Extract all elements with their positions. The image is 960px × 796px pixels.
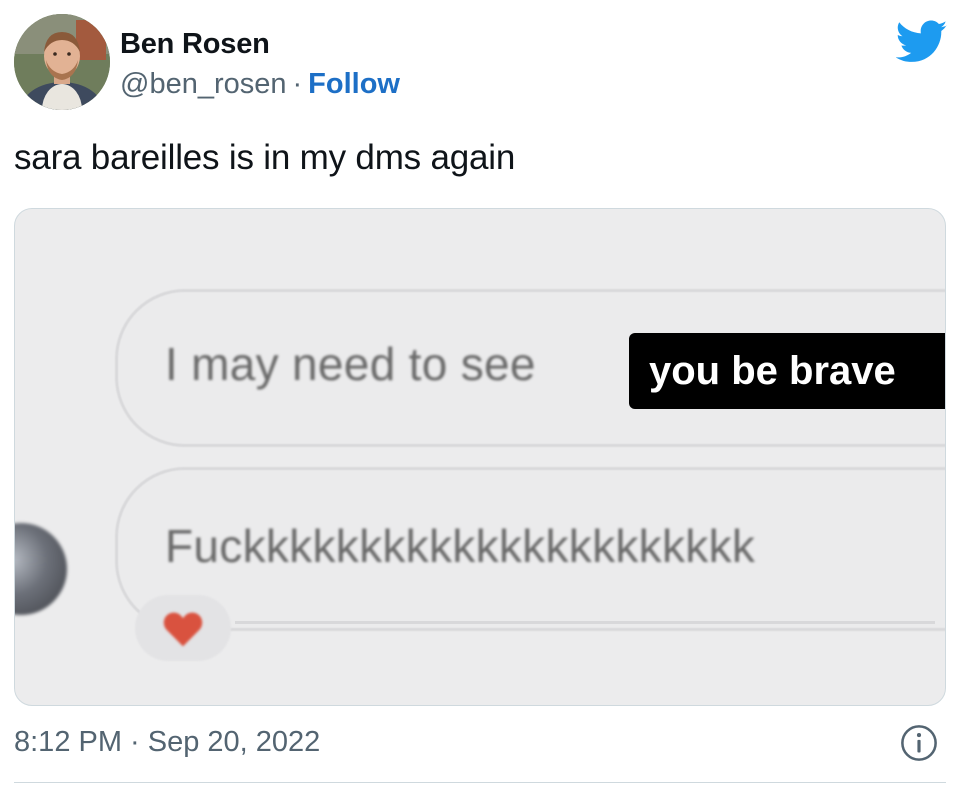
info-icon[interactable] <box>900 724 938 762</box>
avatar-photo <box>14 14 110 110</box>
author-handle-line: @ben_rosen · Follow <box>120 68 400 101</box>
tweet-card: Ben Rosen @ben_rosen · Follow sara bareill… <box>0 0 960 796</box>
tweet-media-image[interactable]: I may need to see Fuckkkkkkkkkkkkkkkkkkk… <box>14 208 946 706</box>
message-text-1: I may need to see <box>165 338 536 390</box>
handle-separator: · <box>292 68 303 100</box>
tweet-text: sara bareilles is in my dms again <box>14 138 516 177</box>
author-handle[interactable]: @ben_rosen <box>120 68 287 100</box>
caption-overlay: you be brave <box>629 333 945 409</box>
heart-icon <box>163 612 203 647</box>
twitter-bird-icon[interactable] <box>896 20 948 64</box>
author-name[interactable]: Ben Rosen <box>120 28 270 61</box>
sender-avatar <box>15 523 67 615</box>
bottom-divider <box>14 782 946 783</box>
message-text-2: Fuckkkkkkkkkkkkkkkkkkkkkk <box>165 520 756 572</box>
tweet-timestamp[interactable]: 8:12 PM · Sep 20, 2022 <box>14 726 320 759</box>
reaction-divider <box>235 621 935 624</box>
follow-button[interactable]: Follow <box>308 68 400 100</box>
avatar[interactable] <box>14 14 110 110</box>
